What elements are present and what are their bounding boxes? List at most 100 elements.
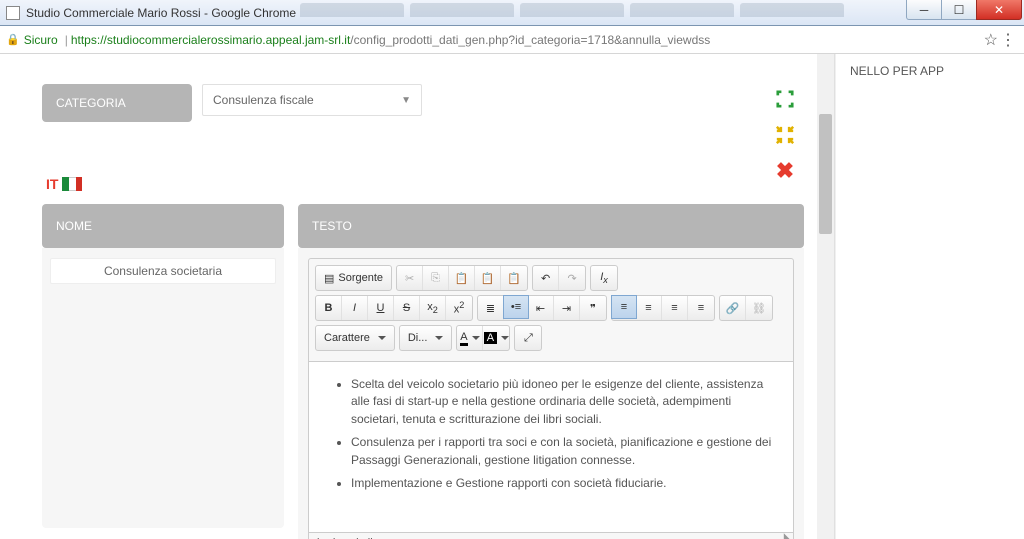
bold-button[interactable]: B (316, 296, 342, 320)
font-family-label: Carattere (324, 332, 370, 344)
align-center-icon: ≡ (645, 302, 651, 314)
align-right-button[interactable]: ≡ (662, 296, 688, 320)
window-titlebar: Studio Commerciale Mario Rossi - Google … (0, 0, 1024, 26)
background-tabs (300, 3, 844, 17)
strike-button[interactable]: S (394, 296, 420, 320)
bookmark-star-icon[interactable]: ☆ (984, 30, 998, 50)
align-left-icon: ≡ (621, 301, 627, 313)
outdent-icon: ⇤ (536, 302, 545, 315)
lock-icon: 🔒 (6, 33, 20, 46)
italic-button[interactable]: I (342, 296, 368, 320)
paste-text-button[interactable]: 📋 (475, 266, 501, 290)
source-button[interactable]: ▤ Sorgente (316, 266, 391, 290)
remove-format-button[interactable]: Ix (591, 266, 617, 290)
secondary-window-pane: NELLO PER APP (835, 54, 1024, 539)
bulleted-list-button[interactable]: •≡ (503, 295, 529, 319)
editor-content[interactable]: Scelta del veicolo societario più idoneo… (309, 362, 793, 532)
italic-icon: I (353, 302, 356, 314)
quote-icon: ❞ (590, 302, 596, 315)
collapse-icon[interactable] (776, 126, 794, 144)
clipboard-word-icon: 📋 (507, 272, 521, 285)
category-select[interactable]: Consulenza fiscale ▼ (202, 84, 422, 116)
font-family-select[interactable]: Carattere (316, 326, 394, 350)
clipboard-icon: 📋 (455, 272, 469, 285)
align-center-button[interactable]: ≡ (636, 296, 662, 320)
blockquote-button[interactable]: ❞ (580, 296, 606, 320)
copy-button[interactable]: ⎘ (423, 266, 449, 290)
ol-icon: ≣ (486, 302, 495, 315)
category-selected-value: Consulenza fiscale (213, 93, 314, 107)
unlink-icon: ⛓ (752, 302, 766, 315)
name-input[interactable] (50, 258, 276, 284)
clipboard-text-icon: 📋 (481, 272, 495, 285)
align-left-button[interactable]: ≡ (611, 295, 637, 319)
numbered-list-button[interactable]: ≣ (478, 296, 504, 320)
maximize-icon: ⤢ (524, 332, 533, 345)
content-item: Implementazione e Gestione rapporti con … (351, 475, 773, 492)
window-maximize-button[interactable]: ☐ (941, 0, 977, 20)
language-indicator[interactable]: IT (46, 176, 804, 192)
superscript-icon: x2 (454, 300, 465, 316)
window-title: Studio Commerciale Mario Rossi - Google … (26, 6, 296, 20)
favicon (6, 6, 20, 20)
url-display[interactable]: https://studiocommercialerossimario.appe… (71, 33, 710, 47)
content-item: Scelta del veicolo societario più idoneo… (351, 376, 773, 428)
language-code: IT (46, 176, 58, 192)
underline-button[interactable]: U (368, 296, 394, 320)
editor-element-path: body ul li ◢ (309, 532, 793, 539)
flag-it-icon (62, 177, 82, 191)
bg-color-button[interactable]: A (483, 326, 509, 350)
name-column-header: NOME (42, 204, 284, 248)
indent-icon: ⇥ (562, 302, 571, 315)
secure-label: Sicuro (24, 33, 58, 47)
underline-icon: U (377, 302, 385, 314)
text-column-header: TESTO (298, 204, 804, 248)
subscript-button[interactable]: x2 (420, 296, 446, 320)
undo-icon: ↶ (541, 272, 550, 285)
source-icon: ▤ (324, 272, 334, 285)
bg-color-icon: A (484, 332, 497, 344)
align-justify-button[interactable]: ≡ (688, 296, 714, 320)
secondary-window-text: NELLO PER APP (850, 64, 1010, 78)
bold-icon: B (325, 302, 333, 314)
superscript-button[interactable]: x2 (446, 296, 472, 320)
remove-format-icon: Ix (600, 271, 608, 285)
scrollbar-thumb[interactable] (819, 114, 832, 234)
align-justify-icon: ≡ (698, 302, 704, 314)
fullscreen-icon[interactable] (776, 90, 794, 108)
rich-text-editor: ▤ Sorgente ✂ ⎘ 📋 📋 (308, 258, 794, 539)
font-size-label: Di... (408, 332, 428, 344)
text-color-button[interactable]: A (457, 326, 483, 350)
paste-button[interactable]: 📋 (449, 266, 475, 290)
close-icon[interactable]: ✖ (776, 162, 794, 180)
category-label: CATEGORIA (42, 84, 192, 122)
url-host: studiocommercialerossimario.appeal.jam-s… (107, 33, 350, 47)
align-right-icon: ≡ (671, 302, 677, 314)
cut-button[interactable]: ✂ (397, 266, 423, 290)
resize-handle-icon[interactable]: ◢ (775, 533, 789, 539)
scissors-icon: ✂ (405, 272, 414, 285)
redo-icon: ↷ (567, 272, 576, 285)
content-scrollbar[interactable] (817, 54, 834, 539)
url-protocol: https:// (71, 33, 107, 47)
window-minimize-button[interactable]: ─ (906, 0, 942, 20)
address-bar: 🔒 Sicuro | https://studiocommercialeross… (0, 26, 1024, 54)
window-close-button[interactable]: ✕ (976, 0, 1022, 20)
maximize-editor-button[interactable]: ⤢ (515, 326, 541, 350)
outdent-button[interactable]: ⇤ (528, 296, 554, 320)
url-path: /config_prodotti_dati_gen.php?id_categor… (350, 33, 710, 47)
indent-button[interactable]: ⇥ (554, 296, 580, 320)
text-color-icon: A (460, 331, 467, 346)
undo-button[interactable]: ↶ (533, 266, 559, 290)
paste-word-button[interactable]: 📋 (501, 266, 527, 290)
redo-button[interactable]: ↷ (559, 266, 585, 290)
unlink-button[interactable]: ⛓ (746, 296, 772, 320)
link-button[interactable]: 🔗 (720, 296, 746, 320)
strike-icon: S (403, 302, 410, 314)
subscript-icon: x2 (427, 301, 438, 315)
source-label: Sorgente (338, 272, 383, 284)
font-size-select[interactable]: Di... (400, 326, 452, 350)
content-item: Consulenza per i rapporti tra soci e con… (351, 434, 773, 469)
chrome-menu-icon[interactable]: ⋮ (1000, 30, 1016, 50)
ul-icon: •≡ (511, 301, 521, 313)
